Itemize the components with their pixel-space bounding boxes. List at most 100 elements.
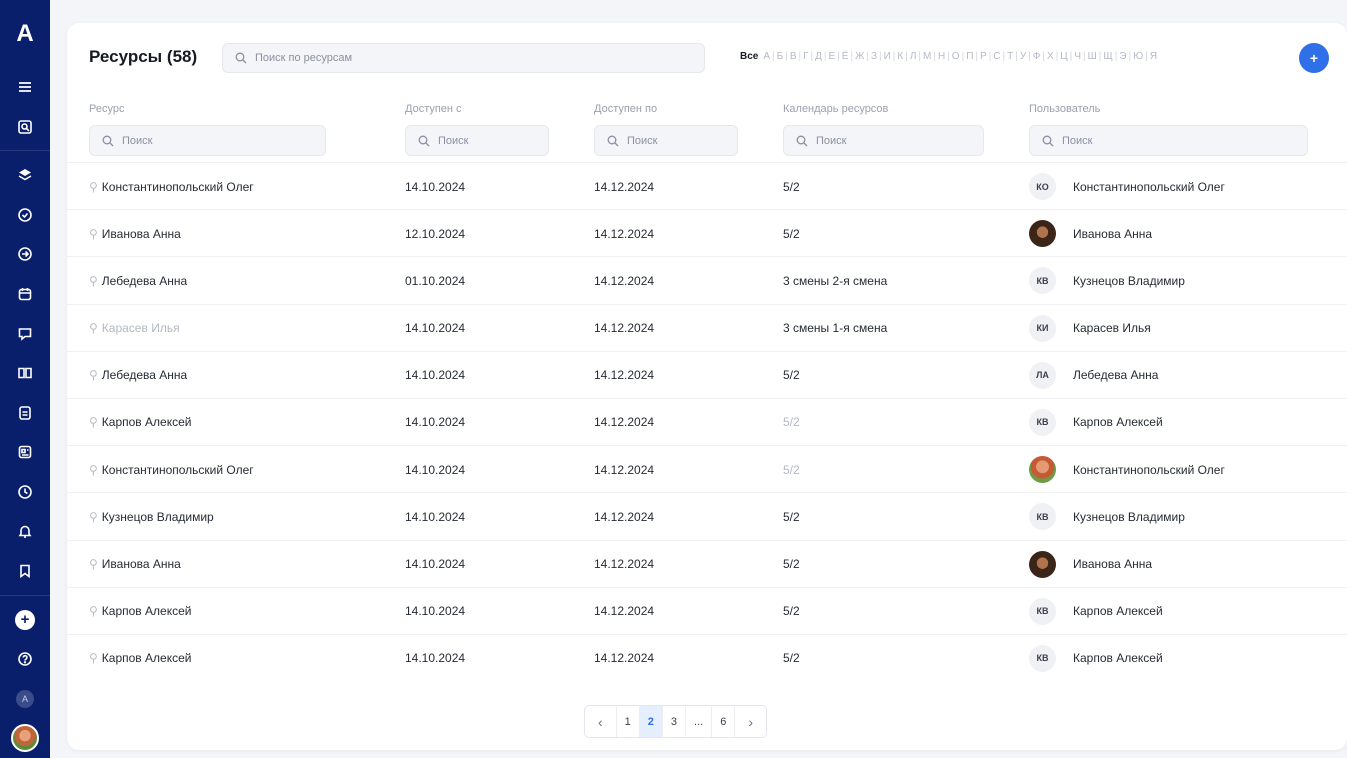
- to-filter-input[interactable]: [627, 134, 737, 147]
- user-cell[interactable]: КИ Карасев Илья: [1029, 305, 1151, 352]
- user-cell[interactable]: ЛА Лебедева Анна: [1029, 352, 1158, 399]
- alphabet-all[interactable]: Все: [740, 51, 758, 62]
- alphabet-letter[interactable]: Ч: [1073, 51, 1082, 62]
- alphabet-letter[interactable]: З: [870, 51, 878, 62]
- alphabet-letter[interactable]: Е: [828, 51, 837, 62]
- search-doc-icon[interactable]: [0, 107, 50, 147]
- alphabet-letter[interactable]: Х: [1046, 51, 1055, 62]
- app-logo[interactable]: A: [0, 0, 50, 67]
- alphabet-letter[interactable]: О: [951, 51, 961, 62]
- resource-cell[interactable]: ⚲ Лебедева Анна: [89, 257, 187, 304]
- alphabet-letter[interactable]: Т: [1006, 51, 1014, 62]
- table-row[interactable]: ⚲ Лебедева Анна 01.10.2024 14.12.2024 3 смен…: [67, 256, 1347, 303]
- check-circle-icon[interactable]: [0, 195, 50, 235]
- alphabet-letter[interactable]: Ё: [841, 51, 850, 62]
- calendar-icon[interactable]: [0, 274, 50, 314]
- from-filter-input[interactable]: [438, 134, 548, 147]
- resource-cell[interactable]: ⚲ Кузнецов Владимир: [89, 493, 214, 540]
- arrow-circle-icon[interactable]: [0, 235, 50, 275]
- alphabet-letter[interactable]: М: [922, 51, 932, 62]
- alphabet-letter[interactable]: Б: [776, 51, 785, 62]
- add-resource-button[interactable]: +: [1299, 43, 1329, 73]
- page-button[interactable]: 6: [712, 706, 736, 737]
- table-row[interactable]: ⚲ Карасев Илья 14.10.2024 14.12.2024 3 смены…: [67, 303, 1347, 352]
- user-cell[interactable]: КВ Карпов Алексей: [1029, 399, 1163, 446]
- column-header-resource[interactable]: Ресурс: [89, 103, 124, 115]
- alphabet-letter[interactable]: К: [896, 51, 904, 62]
- resource-cell[interactable]: ⚲ Иванова Анна: [89, 541, 181, 588]
- user-cell[interactable]: Иванова Анна: [1029, 541, 1152, 588]
- resource-cell[interactable]: ⚲ Лебедева Анна: [89, 352, 187, 399]
- page-button[interactable]: 1: [617, 706, 640, 737]
- table-row[interactable]: ⚲ Константинопольский Олег 14.10.2024 14.12…: [67, 445, 1347, 492]
- table-row[interactable]: ⚲ Лебедева Анна 14.10.2024 14.12.2024 5/2 ЛА Л…: [67, 350, 1347, 399]
- clock-icon[interactable]: [0, 472, 50, 512]
- table-row[interactable]: ⚲ Иванова Анна 14.10.2024 14.12.2024 5/2 Иван…: [67, 539, 1347, 588]
- alphabet-letter[interactable]: Ю: [1132, 51, 1144, 62]
- table-row[interactable]: ⚲ Иванова Анна 12.10.2024 14.12.2024 5/2 Иван…: [67, 209, 1347, 256]
- book-icon[interactable]: [0, 353, 50, 393]
- user-cell[interactable]: Константинопольский Олег: [1029, 446, 1225, 493]
- resource-filter-input[interactable]: [122, 134, 325, 147]
- document-icon[interactable]: [0, 393, 50, 433]
- alphabet-letter[interactable]: С: [992, 51, 1001, 62]
- alphabet-letter[interactable]: Ф: [1032, 51, 1042, 62]
- resource-cell[interactable]: ⚲ Константинопольский Олег: [89, 163, 254, 210]
- table-row[interactable]: ⚲ Карпов Алексей 14.10.2024 14.12.2024 5/2 КВ…: [67, 633, 1347, 682]
- to-filter[interactable]: [594, 125, 738, 156]
- resource-search[interactable]: [222, 43, 705, 73]
- chat-icon[interactable]: [0, 314, 50, 354]
- sidebar-add-button[interactable]: +: [0, 600, 50, 640]
- newspaper-icon[interactable]: [0, 432, 50, 472]
- resource-cell[interactable]: ⚲ Константинопольский Олег: [89, 446, 254, 493]
- alphabet-letter[interactable]: Я: [1149, 51, 1158, 62]
- user-cell[interactable]: КВ Карпов Алексей: [1029, 588, 1163, 635]
- help-icon[interactable]: [0, 639, 50, 679]
- user-cell[interactable]: КВ Кузнецов Владимир: [1029, 257, 1185, 304]
- user-filter[interactable]: [1029, 125, 1308, 156]
- resource-cell[interactable]: ⚲ Карпов Алексей: [89, 588, 191, 635]
- table-row[interactable]: ⚲ Карпов Алексей 14.10.2024 14.12.2024 5/2 КВ…: [67, 397, 1347, 446]
- column-header-to[interactable]: Доступен по: [594, 103, 657, 115]
- alphabet-letter[interactable]: П: [965, 51, 974, 62]
- alphabet-letter[interactable]: Р: [979, 51, 988, 62]
- resource-cell[interactable]: ⚲ Карасев Илья: [89, 305, 180, 352]
- bookmark-icon[interactable]: [0, 551, 50, 591]
- alphabet-letter[interactable]: Э: [1118, 51, 1127, 62]
- alphabet-letter[interactable]: В: [789, 51, 798, 62]
- user-filter-input[interactable]: [1062, 134, 1307, 147]
- user-cell[interactable]: КО Константинопольский Олег: [1029, 163, 1225, 210]
- resource-search-input[interactable]: [255, 52, 704, 64]
- alphabet-letter[interactable]: Д: [814, 51, 823, 62]
- alphabet-letter[interactable]: Ш: [1087, 51, 1098, 62]
- alphabet-letter[interactable]: Н: [937, 51, 946, 62]
- alphabet-letter[interactable]: Г: [802, 51, 809, 62]
- alphabet-letter[interactable]: Ц: [1059, 51, 1068, 62]
- user-cell[interactable]: КВ Карпов Алексей: [1029, 635, 1163, 682]
- prev-page-button[interactable]: ‹: [585, 706, 617, 737]
- resource-cell[interactable]: ⚲ Иванова Анна: [89, 210, 181, 257]
- page-button[interactable]: 3: [663, 706, 687, 737]
- next-page-button[interactable]: ›: [735, 706, 766, 737]
- resource-filter[interactable]: [89, 125, 326, 156]
- user-cell[interactable]: КВ Кузнецов Владимир: [1029, 493, 1185, 540]
- bell-icon[interactable]: [0, 512, 50, 552]
- resource-cell[interactable]: ⚲ Карпов Алексей: [89, 635, 191, 682]
- user-avatar-button[interactable]: [0, 719, 50, 758]
- alphabet-letter[interactable]: А: [762, 51, 771, 62]
- column-header-user[interactable]: Пользователь: [1029, 103, 1100, 115]
- from-filter[interactable]: [405, 125, 549, 156]
- calendar-filter-input[interactable]: [816, 134, 983, 147]
- resource-cell[interactable]: ⚲ Карпов Алексей: [89, 399, 191, 446]
- calendar-filter[interactable]: [783, 125, 984, 156]
- alphabet-letter[interactable]: Ж: [854, 51, 865, 62]
- column-header-from[interactable]: Доступен с: [405, 103, 462, 115]
- alphabet-letter[interactable]: У: [1019, 51, 1027, 62]
- workspace-badge[interactable]: A: [0, 679, 50, 719]
- menu-icon[interactable]: [0, 67, 50, 107]
- table-row[interactable]: ⚲ Карпов Алексей 14.10.2024 14.12.2024 5/2 КВ…: [67, 586, 1347, 635]
- table-row[interactable]: ⚲ Кузнецов Владимир 14.10.2024 14.12.2024 5/…: [67, 492, 1347, 539]
- column-header-calendar[interactable]: Календарь ресурсов: [783, 103, 888, 115]
- table-row[interactable]: ⚲ Константинопольский Олег 14.10.2024 14.12…: [67, 162, 1347, 209]
- layers-icon[interactable]: [0, 155, 50, 195]
